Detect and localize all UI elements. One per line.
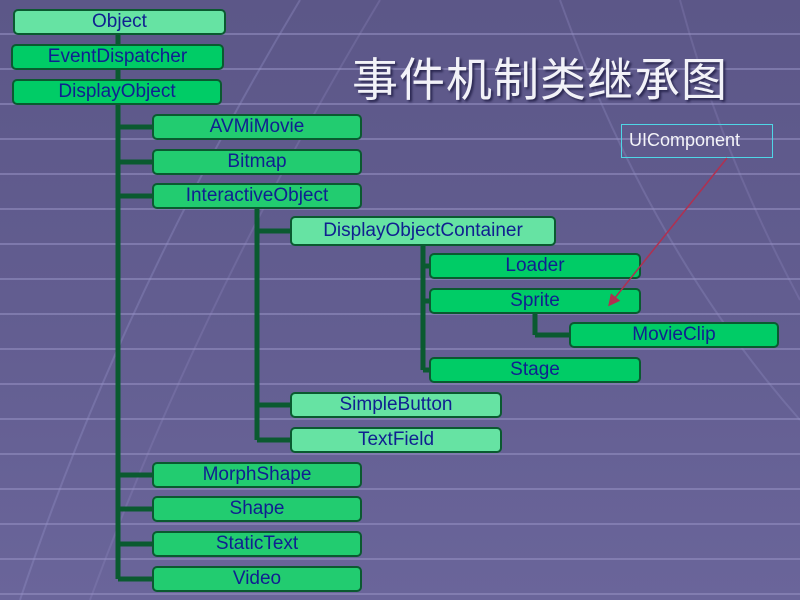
arrow-line bbox=[608, 157, 728, 307]
annotation-arrow bbox=[608, 157, 728, 307]
